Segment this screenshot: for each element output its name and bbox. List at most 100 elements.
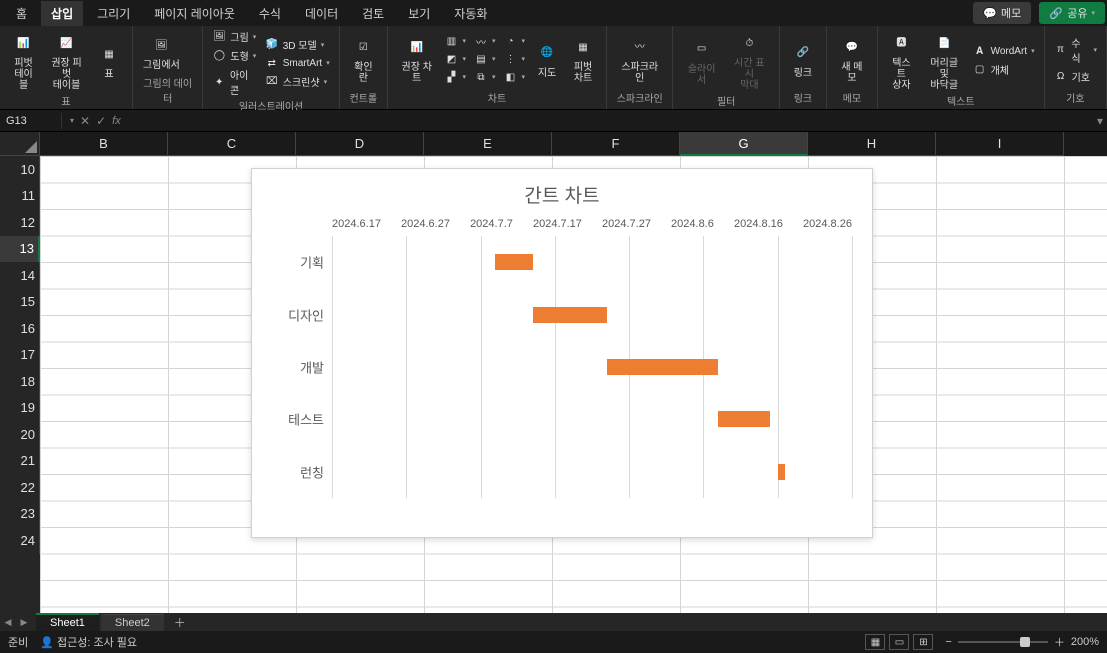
row-header-20[interactable]: 20 xyxy=(0,421,40,448)
globe-icon: 🌐 xyxy=(534,40,560,66)
tab-layout[interactable]: 페이지 레이아웃 xyxy=(144,1,245,26)
column-header-F[interactable]: F xyxy=(552,132,680,156)
select-all-corner[interactable] xyxy=(0,132,40,156)
tab-formulas[interactable]: 수식 xyxy=(249,1,291,26)
tab-review[interactable]: 검토 xyxy=(352,1,394,26)
status-accessibility[interactable]: 👤 접근성: 조사 필요 xyxy=(40,634,137,650)
view-normal-button[interactable]: ▦ xyxy=(865,634,885,650)
symbol-button[interactable]: Ω기호 xyxy=(1051,68,1100,85)
row-header-23[interactable]: 23 xyxy=(0,501,40,528)
tab-draw[interactable]: 그리기 xyxy=(87,1,140,26)
shapes-button[interactable]: ◯도형▾ xyxy=(209,47,259,64)
smartart-button[interactable]: ⇄SmartArt▾ xyxy=(262,55,333,71)
chart-bar-button[interactable]: ▥▾ xyxy=(441,33,469,49)
chart-scatter-button[interactable]: ⋮▾ xyxy=(501,51,529,67)
column-header-C[interactable]: C xyxy=(168,132,296,156)
zoom-in-button[interactable]: ＋ xyxy=(1054,634,1065,650)
object-button[interactable]: ▢개체 xyxy=(970,61,1038,78)
table-button[interactable]: ▦ 표 xyxy=(92,39,126,82)
tab-view[interactable]: 보기 xyxy=(398,1,440,26)
chart-surface-button[interactable]: ◧▾ xyxy=(501,69,529,85)
row-header-14[interactable]: 14 xyxy=(0,262,40,289)
formula-input[interactable] xyxy=(129,111,1093,131)
recommended-pivot-label: 권장 피벗 테이블 xyxy=(47,58,86,91)
column-header-E[interactable]: E xyxy=(424,132,552,156)
map-button[interactable]: 🌐 지도 xyxy=(530,38,564,81)
chart-line-button[interactable]: 〰▾ xyxy=(471,33,499,49)
recommended-pivot-button[interactable]: 📈 권장 피벗 테이블 xyxy=(43,28,90,93)
recommended-charts-button[interactable]: 📊 권장 차트 xyxy=(394,32,440,86)
row-header-16[interactable]: 16 xyxy=(0,315,40,342)
view-page-break-button[interactable]: ⊞ xyxy=(913,634,933,650)
pivot-chart-button[interactable]: ▦ 피벗 차트 xyxy=(566,32,600,86)
view-page-layout-button[interactable]: ▭ xyxy=(889,634,909,650)
row-header-13[interactable]: 13 xyxy=(0,236,40,263)
add-sheet-button[interactable]: ＋ xyxy=(166,614,194,631)
link-button[interactable]: 🔗 링크 xyxy=(786,38,820,81)
wordart-button[interactable]: 𝐀WordArt▾ xyxy=(970,43,1038,59)
pictures-button[interactable]: 🖼그림▾ xyxy=(209,28,259,45)
sheet-tab-2[interactable]: Sheet2 xyxy=(101,614,164,631)
pivot-table-button[interactable]: 📊 피벗 테이블 xyxy=(6,28,41,93)
tab-data[interactable]: 데이터 xyxy=(295,1,348,26)
row-header-22[interactable]: 22 xyxy=(0,474,40,501)
comment-icon: 💬 xyxy=(983,6,997,20)
sheet-tab-1[interactable]: Sheet1 xyxy=(36,613,99,631)
surface-chart-icon: ◧ xyxy=(504,70,518,84)
column-header-I[interactable]: I xyxy=(936,132,1064,156)
from-picture-button[interactable]: 🖼 그림에서 xyxy=(139,30,184,73)
name-box-dropdown-icon[interactable]: ▾ xyxy=(70,116,74,125)
cancel-icon[interactable]: ✕ xyxy=(80,114,90,128)
formula-bar-expand-icon[interactable]: ▾ xyxy=(1093,114,1107,128)
zoom-percent[interactable]: 200% xyxy=(1071,636,1099,648)
checkbox-label: 확인란 xyxy=(350,62,377,84)
equation-button[interactable]: π수식▾ xyxy=(1051,34,1100,66)
row-header-10[interactable]: 10 xyxy=(0,156,40,183)
row-header-17[interactable]: 17 xyxy=(0,342,40,369)
scroll-right-icon[interactable]: ▶ xyxy=(16,614,32,630)
column-header-B[interactable]: B xyxy=(40,132,168,156)
tab-home[interactable]: 홈 xyxy=(6,1,37,26)
column-header-G[interactable]: G xyxy=(680,132,808,156)
confirm-icon[interactable]: ✓ xyxy=(96,114,106,128)
chart-stat-button[interactable]: ▤▾ xyxy=(471,51,499,67)
row-header-11[interactable]: 11 xyxy=(0,183,40,210)
row-header-18[interactable]: 18 xyxy=(0,368,40,395)
3d-model-button[interactable]: 🧊3D 모델▾ xyxy=(262,36,333,53)
zoom-out-button[interactable]: − xyxy=(945,636,951,648)
chart-combo-button[interactable]: ⧉▾ xyxy=(471,69,499,85)
row-header-12[interactable]: 12 xyxy=(0,209,40,236)
chart-hierarchy-button[interactable]: ◩▾ xyxy=(441,51,469,67)
zoom-slider[interactable] xyxy=(958,641,1048,643)
row-header-24[interactable]: 24 xyxy=(0,527,40,554)
share-button[interactable]: 🔗 공유 ▾ xyxy=(1039,2,1105,24)
memo-button[interactable]: 💬 메모 xyxy=(973,2,1031,24)
new-memo-button[interactable]: 💬 새 메모 xyxy=(833,32,871,86)
chart-pie-button[interactable]: ◔▾ xyxy=(501,33,529,49)
ribbon-group-sparklines: 〰 스파크라인 스파크라인 xyxy=(607,26,673,109)
slicer-button[interactable]: ▭ 슬라이서 xyxy=(679,34,723,88)
fx-icon[interactable]: fx xyxy=(112,115,121,127)
gantt-chart-object[interactable]: 간트 차트 2024.6.172024.6.272024.7.72024.7.1… xyxy=(251,168,873,538)
cell-grid[interactable]: 간트 차트 2024.6.172024.6.272024.7.72024.7.1… xyxy=(40,156,1107,613)
column-header-D[interactable]: D xyxy=(296,132,424,156)
ribbon-group-symbols: π수식▾ Ω기호 기호 xyxy=(1045,26,1107,109)
name-box[interactable]: G13 xyxy=(0,113,62,129)
chart-waterfall-button[interactable]: ▞▾ xyxy=(441,69,469,85)
row-header-21[interactable]: 21 xyxy=(0,448,40,475)
scroll-left-icon[interactable]: ◀ xyxy=(0,614,16,630)
icons-button[interactable]: ✦아이콘 xyxy=(209,66,259,98)
header-footer-button[interactable]: 📄 머리글 및 바닥글 xyxy=(921,28,968,93)
screenshot-button[interactable]: ⌧스크린샷▾ xyxy=(262,73,333,90)
timeline-button[interactable]: ⏱ 시간 표시 막대 xyxy=(726,28,773,93)
sparkline-button[interactable]: 〰 스파크라인 xyxy=(613,32,666,86)
row-header-19[interactable]: 19 xyxy=(0,395,40,422)
chart-x-tick: 2024.6.17 xyxy=(332,218,381,230)
row-header-15[interactable]: 15 xyxy=(0,289,40,316)
ribbon-group-label: 컨트롤 xyxy=(346,90,381,107)
column-header-H[interactable]: H xyxy=(808,132,936,156)
textbox-button[interactable]: 🅰 텍스트 상자 xyxy=(884,28,919,93)
tab-insert[interactable]: 삽입 xyxy=(41,1,83,26)
tab-automate[interactable]: 자동화 xyxy=(444,1,497,26)
checkbox-button[interactable]: ☑ 확인란 xyxy=(346,32,381,86)
